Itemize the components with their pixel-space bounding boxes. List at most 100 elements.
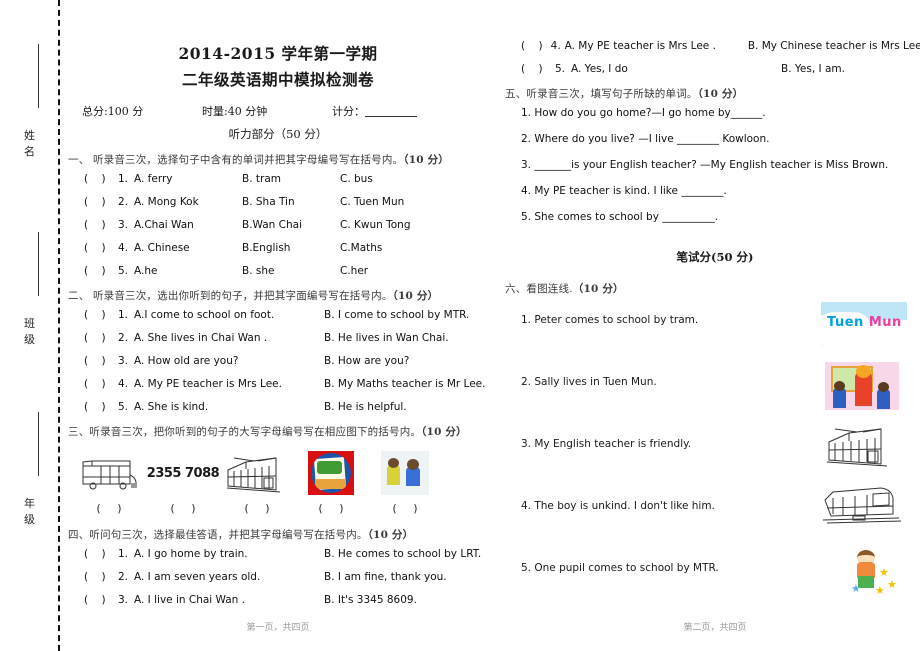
option-b[interactable]: B.English [242, 242, 340, 254]
grade-write-line[interactable] [38, 412, 39, 476]
answer-paren[interactable]: ( ) [68, 401, 118, 413]
answer-paren[interactable]: ( ) [368, 503, 442, 515]
boy-with-stars-icon[interactable]: ★ ★ ★ ★ [835, 546, 901, 596]
option-a[interactable]: A.Chai Wan [134, 219, 242, 231]
sidebar-item-grade: 年 级 [24, 497, 41, 526]
star-icon: ★ [875, 585, 885, 596]
match-statement[interactable]: 3. My English teacher is friendly. [521, 438, 691, 450]
option-a[interactable]: A. Chinese [134, 242, 242, 254]
question-row: ( ) 4. A. My PE teacher is Mrs Lee. B. M… [68, 378, 488, 390]
answer-paren[interactable]: ( ) [72, 503, 146, 515]
option-a[interactable]: A. My PE teacher is Mrs Lee . [565, 40, 748, 52]
option-a[interactable]: A.I come to school on foot. [134, 309, 324, 321]
option-a[interactable]: A. I live in Chai Wan . [134, 594, 324, 606]
option-b[interactable]: B. I am fine, thank you. [324, 571, 447, 583]
answer-paren[interactable]: ( ) [505, 63, 555, 75]
answer-paren[interactable]: ( ) [68, 332, 118, 344]
answer-paren[interactable]: ( ) [220, 503, 294, 515]
tuen-mun-map-icon[interactable]: Tuen Mun [821, 302, 907, 346]
question-number: 2. [118, 571, 129, 583]
option-b[interactable]: B. tram [242, 173, 340, 185]
answer-paren[interactable]: ( ) [68, 196, 118, 208]
question-row: ( ) 5. A. She is kind. B. He is helpful. [68, 401, 488, 413]
option-b[interactable]: B. she [242, 265, 340, 277]
answer-paren[interactable]: ( ) [68, 265, 118, 277]
option-b[interactable]: B. He is helpful. [324, 401, 407, 413]
teacher-with-pupils-icon[interactable] [825, 362, 899, 410]
option-b[interactable]: B. Sha Tin [242, 196, 340, 208]
match-statement[interactable]: 4. The boy is unkind. I don't like him. [521, 500, 715, 512]
sidebar-item-name: 姓 名 [24, 129, 41, 158]
answer-paren[interactable]: ( ) [68, 173, 118, 185]
option-c[interactable]: C.her [340, 265, 368, 277]
question-row: ( ) 1. A. ferry B. tram C. bus [68, 173, 488, 185]
mtr-train-icon[interactable] [821, 478, 903, 531]
option-a[interactable]: A. I am seven years old. [134, 571, 324, 583]
section-five-questions: 1. How do you go home?—I go home by_____… [505, 107, 920, 223]
option-b[interactable]: B. My Chinese teacher is Mrs Lee. [748, 40, 920, 52]
option-a[interactable]: A. I go home by train. [134, 548, 324, 560]
question-number: 1. [118, 173, 129, 185]
match-statement[interactable]: 2. Sally lives in Tuen Mun. [521, 376, 657, 388]
answer-paren[interactable]: ( ) [68, 548, 118, 560]
section-four-points: （10 分） [367, 529, 414, 541]
answer-paren[interactable]: ( ) [146, 503, 220, 515]
star-icon: ★ [851, 583, 861, 595]
question-row: ( ) 2. A. She lives in Chai Wan . B. He … [68, 332, 488, 344]
question-number: 2. [118, 196, 129, 208]
match-statement[interactable]: 5. One pupil comes to school by MTR. [521, 562, 719, 574]
page-title-line2: 二年级英语期中模拟检测卷 [181, 70, 374, 89]
answer-paren[interactable]: ( ) [294, 503, 368, 515]
name-write-line[interactable] [38, 44, 39, 108]
fill-blank-item[interactable]: 5. She comes to school by __________. [505, 211, 920, 223]
option-c[interactable]: C. Tuen Mun [340, 196, 404, 208]
answer-paren[interactable]: ( ) [68, 594, 118, 606]
answer-paren[interactable]: ( ) [68, 219, 118, 231]
section-three-picture-strip: 2355 7088 [68, 447, 488, 499]
option-a[interactable]: A. ferry [134, 173, 242, 185]
answer-paren[interactable]: ( ) [68, 355, 118, 367]
section-three-heading-text: 三、听录音三次，把你听到的句子的大写字母编号写在相应图下的括号内。 [68, 426, 422, 438]
option-a[interactable]: A. Mong Kok [134, 196, 242, 208]
class-write-line[interactable] [38, 232, 39, 296]
option-a[interactable]: A. She is kind. [134, 401, 324, 413]
option-b[interactable]: B. I come to school by MTR. [324, 309, 469, 321]
option-b[interactable]: B. He comes to school by LRT. [324, 548, 481, 560]
question-row: ( ) 1. A.I come to school on foot. B. I … [68, 309, 488, 321]
question-number: 2. [118, 332, 129, 344]
match-statement[interactable]: 1. Peter comes to school by tram. [521, 314, 698, 326]
answer-paren[interactable]: ( ) [68, 378, 118, 390]
mark-blank[interactable] [365, 105, 417, 117]
fill-blank-item[interactable]: 1. How do you go home?—I go home by_____… [505, 107, 920, 119]
answer-paren[interactable]: ( ) [68, 309, 118, 321]
option-a[interactable]: A.he [134, 265, 242, 277]
question-row: ( ) 3. A. How old are you? B. How are yo… [68, 355, 488, 367]
option-b[interactable]: B. How are you? [324, 355, 409, 367]
fill-blank-item[interactable]: 4. My PE teacher is kind. I like _______… [505, 185, 920, 197]
phone-number-text: 2355 7088 [146, 465, 220, 481]
option-b[interactable]: B. He lives in Wan Chai. [324, 332, 449, 344]
option-b[interactable]: B. It's 3345 8609. [324, 594, 417, 606]
option-c[interactable]: C. bus [340, 173, 373, 185]
answer-paren[interactable]: ( ) [505, 40, 551, 52]
section-six-heading: 六、看图连线.（10 分） [505, 281, 920, 296]
question-number: 4. [118, 378, 129, 390]
option-a[interactable]: A. How old are you? [134, 355, 324, 367]
option-a[interactable]: A. She lives in Chai Wan . [134, 332, 324, 344]
section-three-points: （10 分） [421, 426, 467, 438]
section-three-answer-row: ( ) ( ) ( ) ( ) ( ) [68, 503, 488, 515]
tram-icon[interactable] [823, 420, 899, 475]
answer-paren[interactable]: ( ) [68, 571, 118, 583]
option-a[interactable]: A. My PE teacher is Mrs Lee. [134, 378, 324, 390]
fill-blank-item[interactable]: 2. Where do you live? —I live ________ K… [505, 133, 920, 145]
option-c[interactable]: C.Maths [340, 242, 382, 254]
option-b[interactable]: B. Yes, I am. [781, 63, 845, 75]
fill-blank-item[interactable]: 3. _______is your English teacher? —My E… [505, 159, 920, 171]
option-a[interactable]: A. Yes, I do [571, 63, 781, 75]
option-c[interactable]: C. Kwun Tong [340, 219, 411, 231]
option-b[interactable]: B. My Maths teacher is Mr Lee. [324, 378, 485, 390]
page-title-line1: 2014-2015 学年第一学期 [178, 44, 378, 63]
answer-paren[interactable]: ( ) [68, 242, 118, 254]
option-b[interactable]: B.Wan Chai [242, 219, 340, 231]
section-one-heading: 一、 听录音三次，选择句子中含有的单词并把其字母编号写在括号内。（10 分） [68, 152, 488, 167]
